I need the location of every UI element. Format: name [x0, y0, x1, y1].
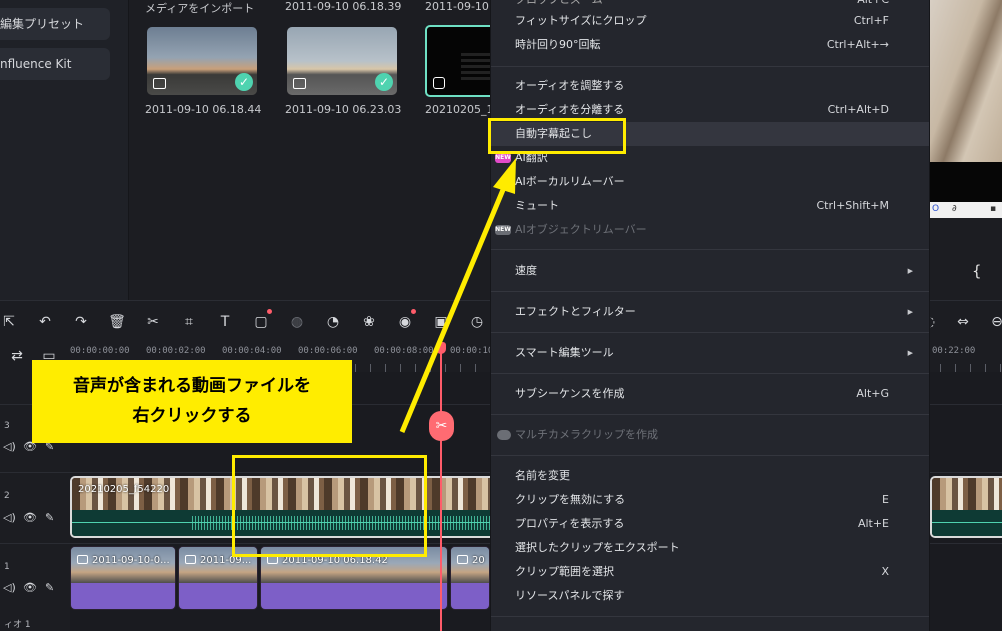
annotation-arrow: [399, 158, 516, 433]
annotation-callout: 音声が含まれる動画ファイルを 右クリックする: [32, 360, 352, 443]
callout-line-1: 音声が含まれる動画ファイルを: [73, 376, 311, 396]
callout-line-2: 右クリックする: [132, 406, 252, 426]
